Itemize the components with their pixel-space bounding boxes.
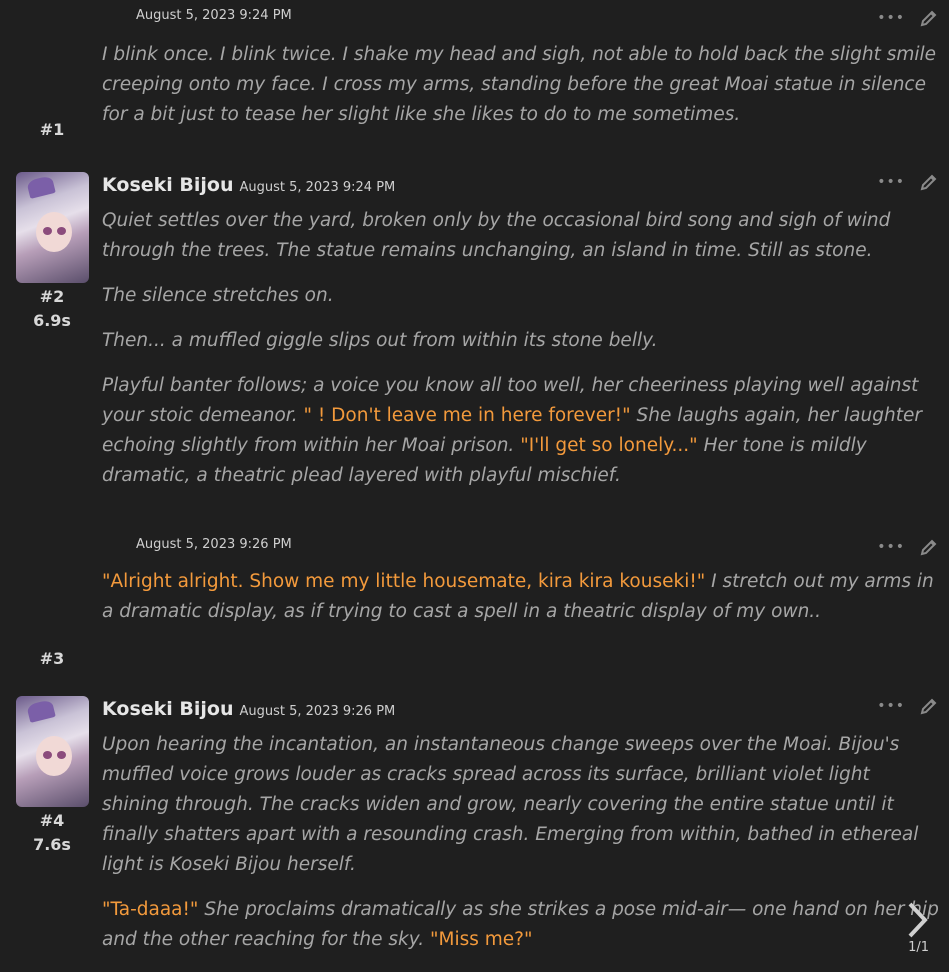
message-index: #3 bbox=[39, 649, 65, 668]
narration: Then... a muffled giggle slips out from … bbox=[102, 330, 658, 351]
message-time: August 5, 2023 9:26 PM bbox=[239, 704, 396, 719]
narration: Quiet settles over the yard, broken only… bbox=[102, 210, 891, 261]
generation-time: 7.6s bbox=[33, 835, 71, 854]
paragraph: The silence stretches on. bbox=[102, 281, 942, 311]
message-index: #4 bbox=[39, 811, 65, 830]
message-actions: ••• bbox=[877, 696, 939, 716]
message-index: #2 bbox=[39, 287, 65, 306]
paragraph: "Alright alright. Show me my little hous… bbox=[102, 567, 942, 627]
more-dots-icon[interactable]: ••• bbox=[877, 539, 905, 555]
avatar[interactable] bbox=[16, 696, 89, 807]
paragraph: Then... a muffled giggle slips out from … bbox=[102, 326, 942, 356]
dialogue-quote: "Miss me?" bbox=[430, 929, 533, 950]
dialogue-quote: " ! Don't leave me in here forever!" bbox=[303, 405, 631, 426]
dialogue-quote: "Ta-daaa!" bbox=[102, 899, 199, 920]
author-name[interactable]: Koseki Bijou bbox=[102, 698, 234, 720]
dialogue-quote: "Alright alright. Show me my little hous… bbox=[102, 571, 706, 592]
generation-time: 6.9s bbox=[33, 311, 71, 330]
more-dots-icon[interactable]: ••• bbox=[877, 10, 905, 26]
message-text: I blink once. I blink twice. I shake my … bbox=[102, 40, 942, 145]
pencil-icon[interactable] bbox=[919, 172, 939, 192]
author-name[interactable]: Koseki Bijou bbox=[102, 174, 234, 196]
paragraph: "Ta-daaa!" She proclaims dramatically as… bbox=[102, 895, 942, 955]
pencil-icon[interactable] bbox=[919, 8, 939, 28]
more-dots-icon[interactable]: ••• bbox=[877, 698, 905, 714]
pencil-icon[interactable] bbox=[919, 696, 939, 716]
dialogue-quote: "I'll get so lonely..." bbox=[520, 435, 698, 456]
paragraph: Playful banter follows; a voice you know… bbox=[102, 371, 942, 491]
paragraph: Upon hearing the incantation, an instant… bbox=[102, 730, 942, 880]
pencil-icon[interactable] bbox=[919, 537, 939, 557]
avatar[interactable] bbox=[16, 172, 89, 283]
message-meta: August 5, 2023 9:26 PM bbox=[136, 537, 292, 563]
message-text: Upon hearing the incantation, an instant… bbox=[102, 730, 942, 970]
message-time: August 5, 2023 9:24 PM bbox=[239, 180, 396, 195]
message-index: #1 bbox=[39, 120, 65, 139]
message-time: August 5, 2023 9:24 PM bbox=[136, 8, 292, 23]
message-text: "Alright alright. Show me my little hous… bbox=[102, 567, 942, 642]
message-actions: ••• bbox=[877, 537, 939, 557]
message-meta: Koseki Bijou August 5, 2023 9:24 PM bbox=[102, 174, 395, 200]
message-time: August 5, 2023 9:26 PM bbox=[136, 537, 292, 552]
paragraph: Quiet settles over the yard, broken only… bbox=[102, 206, 942, 266]
narration: Upon hearing the incantation, an instant… bbox=[102, 734, 919, 875]
paragraph: I blink once. I blink twice. I shake my … bbox=[102, 40, 942, 130]
message-meta: Koseki Bijou August 5, 2023 9:26 PM bbox=[102, 698, 395, 724]
narration: The silence stretches on. bbox=[102, 285, 334, 306]
more-dots-icon[interactable]: ••• bbox=[877, 174, 905, 190]
swipe-counter: 1/1 bbox=[908, 940, 929, 955]
message-actions: ••• bbox=[877, 8, 939, 28]
message-text: Quiet settles over the yard, broken only… bbox=[102, 206, 942, 506]
message-actions: ••• bbox=[877, 172, 939, 192]
narration: I blink once. I blink twice. I shake my … bbox=[102, 44, 937, 125]
message-meta: August 5, 2023 9:24 PM bbox=[136, 8, 292, 34]
